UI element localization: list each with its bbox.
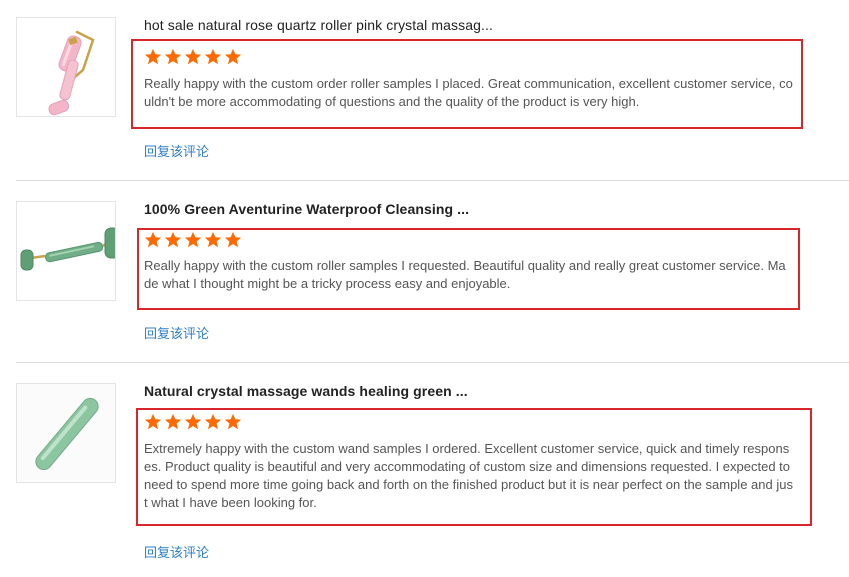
reply-link[interactable]: 回复该评论 (144, 323, 209, 342)
reply-link[interactable]: 回复该评论 (144, 542, 209, 561)
star-rating (144, 413, 242, 431)
star-icon (164, 48, 182, 65)
star-icon (224, 48, 242, 65)
star-icon (184, 413, 202, 430)
star-icon (224, 231, 242, 248)
product-title[interactable]: hot sale natural rose quartz roller pink… (144, 17, 493, 33)
star-icon (184, 231, 202, 248)
star-icon (204, 48, 222, 65)
star-rating (144, 231, 242, 249)
product-title[interactable]: 100% Green Aventurine Waterproof Cleansi… (144, 201, 469, 217)
star-icon (144, 413, 162, 430)
review-text: Extremely happy with the custom wand sam… (144, 441, 793, 510)
rose-quartz-roller-icon (17, 18, 115, 116)
star-icon (184, 48, 202, 65)
reply-link[interactable]: 回复该评论 (144, 141, 209, 160)
star-icon (164, 231, 182, 248)
star-icon (204, 231, 222, 248)
green-crystal-wand-icon (17, 384, 115, 482)
product-thumbnail[interactable] (16, 201, 116, 301)
star-icon (144, 231, 162, 248)
product-title[interactable]: Natural crystal massage wands healing gr… (144, 383, 468, 399)
green-aventurine-roller-icon (17, 202, 115, 300)
product-thumbnail[interactable] (16, 17, 116, 117)
star-icon (164, 413, 182, 430)
star-rating (144, 48, 242, 66)
divider (16, 180, 849, 181)
review-text: Really happy with the custom order rolle… (144, 76, 793, 109)
review-text: Really happy with the custom roller samp… (144, 258, 786, 291)
divider (16, 362, 849, 363)
star-icon (144, 48, 162, 65)
star-icon (204, 413, 222, 430)
star-icon (224, 413, 242, 430)
product-thumbnail[interactable] (16, 383, 116, 483)
